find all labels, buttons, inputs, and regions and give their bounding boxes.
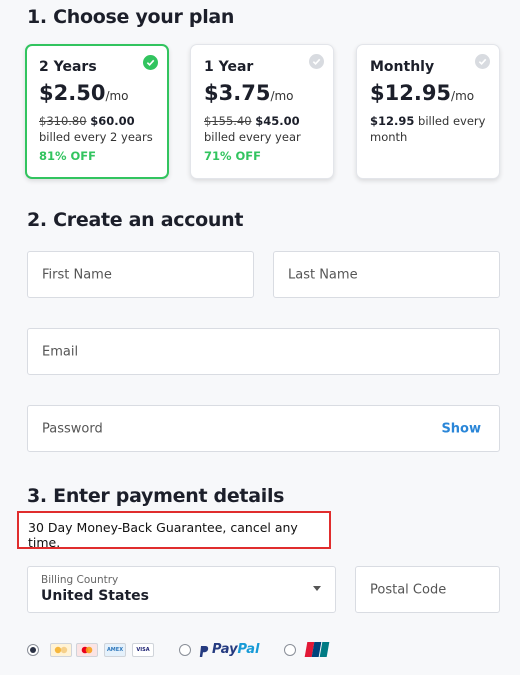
plan-name: 2 Years bbox=[39, 59, 97, 75]
show-password-button[interactable]: Show bbox=[441, 421, 481, 436]
create-account-heading: 2. Create an account bbox=[27, 209, 244, 231]
postal-code-placeholder: Postal Code bbox=[370, 582, 447, 597]
plan-price-unit: /mo bbox=[270, 89, 294, 103]
payment-method-card-radio[interactable] bbox=[27, 644, 39, 656]
check-circle-icon bbox=[475, 54, 490, 69]
paypal-logo: PayPal bbox=[212, 642, 259, 657]
plan-new-price: $60.00 bbox=[90, 114, 135, 128]
plan-price: $12.95 bbox=[370, 81, 452, 105]
payment-details-heading: 3. Enter payment details bbox=[27, 485, 285, 507]
plan-billing: $310.80 $60.00 billed every 2 years bbox=[39, 113, 156, 145]
check-circle-icon bbox=[309, 54, 324, 69]
mastercard-icon bbox=[76, 643, 98, 657]
plan-discount: 81% OFF bbox=[39, 149, 97, 163]
plan-price: $3.75 bbox=[204, 81, 271, 105]
password-placeholder: Password bbox=[42, 421, 103, 436]
card-generic-icon bbox=[50, 643, 72, 657]
plan-price-unit: /mo bbox=[105, 89, 129, 103]
amex-icon: AMEX bbox=[104, 643, 126, 657]
chevron-down-icon bbox=[313, 586, 321, 591]
paypal-logo-pal: Pal bbox=[237, 642, 260, 657]
plan-name: Monthly bbox=[370, 59, 435, 75]
last-name-placeholder: Last Name bbox=[288, 267, 358, 282]
email-field[interactable]: Email bbox=[27, 328, 500, 375]
plan-card-2-years[interactable]: 2 Years $2.50/mo $310.80 $60.00 billed e… bbox=[25, 44, 169, 179]
plan-billing: $155.40 $45.00 billed every year bbox=[204, 113, 321, 145]
payment-method-unionpay-radio[interactable] bbox=[284, 644, 296, 656]
unionpay-icon bbox=[304, 642, 330, 657]
billing-country-select[interactable]: Billing Country United States bbox=[27, 566, 336, 613]
plan-new-price: $45.00 bbox=[255, 114, 300, 128]
check-circle-icon bbox=[143, 55, 158, 70]
visa-icon: VISA bbox=[132, 643, 154, 657]
first-name-placeholder: First Name bbox=[42, 267, 112, 282]
plan-billing-text: billed every year bbox=[204, 130, 301, 144]
plan-new-price: $12.95 bbox=[370, 114, 415, 128]
plan-billing: $12.95 billed every month bbox=[370, 113, 487, 145]
plan-old-price: $310.80 bbox=[39, 114, 87, 128]
plan-price: $2.50 bbox=[39, 81, 106, 105]
paypal-p-icon bbox=[199, 643, 209, 662]
billing-country-value: United States bbox=[41, 588, 149, 604]
plan-billing-text: billed every 2 years bbox=[39, 130, 153, 144]
first-name-field[interactable]: First Name bbox=[27, 251, 254, 298]
payment-method-paypal-radio[interactable] bbox=[179, 644, 191, 656]
billing-country-label: Billing Country bbox=[41, 574, 119, 586]
last-name-field[interactable]: Last Name bbox=[273, 251, 500, 298]
email-placeholder: Email bbox=[42, 344, 79, 359]
paypal-logo-pay: Pay bbox=[212, 642, 238, 657]
plan-card-monthly[interactable]: Monthly $12.95/mo $12.95 billed every mo… bbox=[356, 44, 500, 179]
plan-discount: 71% OFF bbox=[204, 149, 262, 163]
plan-old-price: $155.40 bbox=[204, 114, 252, 128]
plan-price-unit: /mo bbox=[451, 89, 475, 103]
plan-name: 1 Year bbox=[204, 59, 254, 75]
money-back-guarantee-notice: 30 Day Money-Back Guarantee, cancel any … bbox=[17, 511, 331, 550]
choose-plan-heading: 1. Choose your plan bbox=[27, 6, 235, 28]
plan-card-1-year[interactable]: 1 Year $3.75/mo $155.40 $45.00 billed ev… bbox=[190, 44, 334, 179]
password-field[interactable]: Password Show bbox=[27, 405, 500, 452]
postal-code-field[interactable]: Postal Code bbox=[355, 566, 500, 613]
